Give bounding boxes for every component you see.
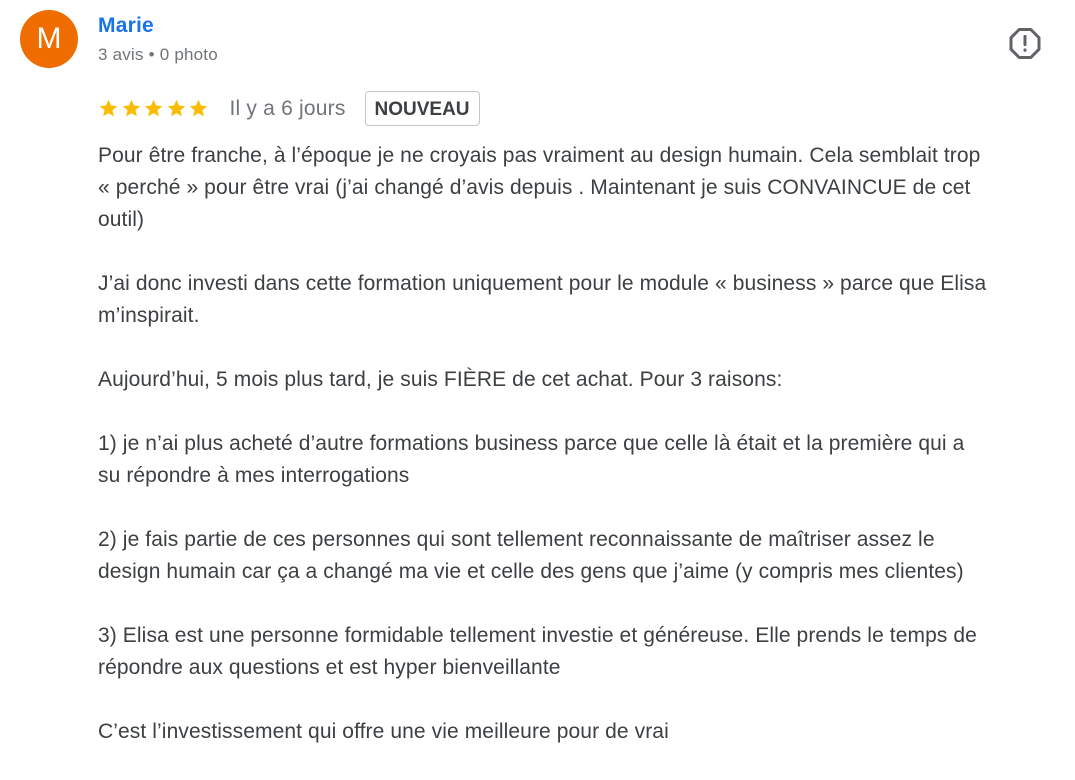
review-paragraph: 3) Elisa est une personne formidable tel… xyxy=(98,620,1070,684)
review-paragraph: J’ai donc investi dans cette formation u… xyxy=(98,268,1070,332)
star-icon xyxy=(188,98,209,119)
new-badge: NOUVEAU xyxy=(364,91,480,126)
rating-row: Il y a 6 jours NOUVEAU xyxy=(98,90,480,127)
avatar[interactable]: M xyxy=(20,10,78,68)
star-icon xyxy=(143,98,164,119)
review-count: 3 avis xyxy=(98,45,144,64)
review-paragraph: 1) je n’ai plus acheté d’autre formation… xyxy=(98,428,1070,492)
text-line: design humain car ça a changé ma vie et … xyxy=(98,560,964,583)
text-line: m’inspirait. xyxy=(98,304,200,327)
review-date: Il y a 6 jours xyxy=(229,96,346,120)
flag-report-icon xyxy=(1009,28,1041,59)
reviewer-meta: 3 avis • 0 photo xyxy=(98,44,218,66)
photo-count: 0 photo xyxy=(159,45,218,64)
text-line: répondre aux questions et est hyper bien… xyxy=(98,656,561,679)
text-line: Aujourd’hui, 5 mois plus tard, je suis F… xyxy=(98,368,783,391)
meta-separator: • xyxy=(148,45,155,64)
reviewer-info: Marie 3 avis • 0 photo xyxy=(98,12,218,66)
review-paragraph: Aujourd’hui, 5 mois plus tard, je suis F… xyxy=(98,364,1070,396)
text-line: Pour être franche, à l’époque je ne croy… xyxy=(98,144,981,167)
review-paragraph: Pour être franche, à l’époque je ne croy… xyxy=(98,140,1070,236)
text-line: 1) je n’ai plus acheté d’autre formation… xyxy=(98,432,965,455)
review-card: M Marie 3 avis • 0 photo Il y a 6 jours NO… xyxy=(0,0,1075,749)
text-line: J’ai donc investi dans cette formation u… xyxy=(98,272,987,295)
star-rating xyxy=(98,98,211,119)
star-icon xyxy=(98,98,119,119)
text-line: su répondre à mes interrogations xyxy=(98,464,410,487)
reviewer-name-link[interactable]: Marie xyxy=(98,12,218,40)
review-text: Pour être franche, à l’époque je ne croy… xyxy=(98,140,1070,780)
review-paragraph: 2) je fais partie de ces personnes qui s… xyxy=(98,524,1070,588)
text-line: « perché » pour être vrai (j’ai changé d… xyxy=(98,176,971,199)
text-line: 3) Elisa est une personne formidable tel… xyxy=(98,624,977,647)
report-review-button[interactable] xyxy=(1004,22,1046,64)
review-paragraph: C’est l’investissement qui offre une vie… xyxy=(98,716,1070,748)
text-line: outil) xyxy=(98,208,145,231)
star-icon xyxy=(121,98,142,119)
star-icon xyxy=(166,98,187,119)
text-line: 2) je fais partie de ces personnes qui s… xyxy=(98,528,935,551)
text-line: C’est l’investissement qui offre une vie… xyxy=(98,720,669,743)
